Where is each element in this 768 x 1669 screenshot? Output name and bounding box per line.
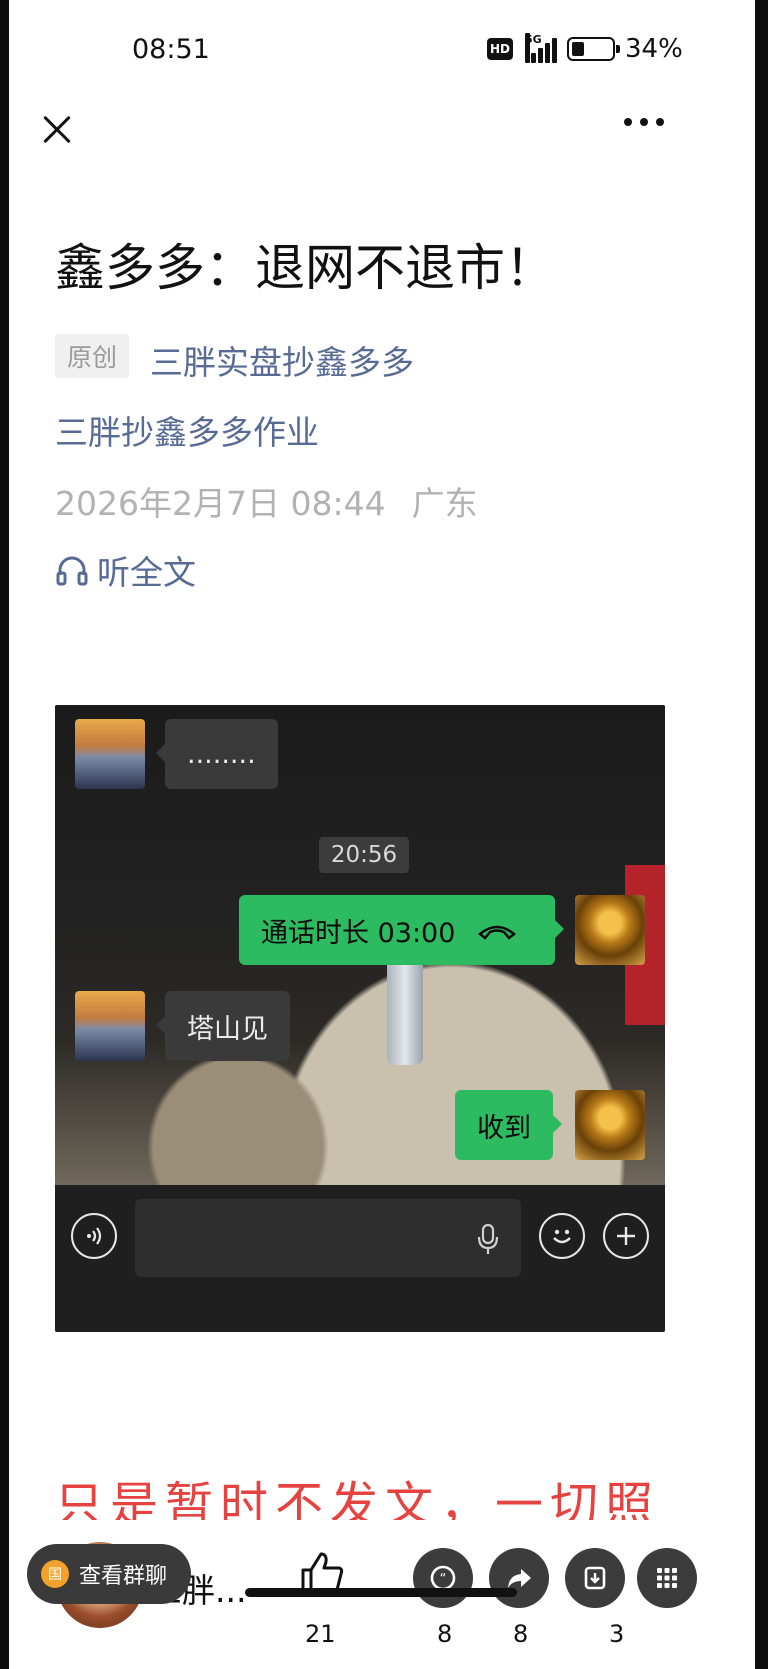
- signal-icon: 5G: [523, 33, 557, 63]
- more-icon[interactable]: [624, 118, 664, 126]
- emoji-icon: [539, 1213, 585, 1259]
- call-label: 通话时长 03:00: [261, 917, 456, 949]
- mic-icon: [477, 1223, 499, 1254]
- listen-button[interactable]: 听全文: [55, 546, 196, 594]
- voice-icon: [71, 1213, 117, 1259]
- article-meta: 2026年2月7日 08:44 广东: [55, 477, 478, 525]
- original-badge: 原创: [55, 334, 129, 378]
- publish-location: 广东: [411, 484, 478, 523]
- chat-timestamp: 20:56: [319, 837, 409, 873]
- contact-avatar: [75, 991, 145, 1061]
- close-icon[interactable]: [37, 110, 77, 150]
- chat-text-field: [135, 1199, 521, 1277]
- phone-icon: [478, 925, 517, 940]
- headphones-icon: [56, 556, 88, 586]
- share-icon[interactable]: [489, 1548, 549, 1608]
- view-group-chat-button[interactable]: 国 查看群聊: [27, 1544, 191, 1604]
- publish-date: 2026年2月7日 08:44: [55, 484, 386, 523]
- home-indicator[interactable]: [245, 1588, 517, 1597]
- grid-icon[interactable]: [637, 1548, 697, 1608]
- comment-count: 8: [437, 1620, 453, 1648]
- status-icons: HD 5G 34%: [487, 33, 683, 64]
- contact-avatar: [75, 719, 145, 789]
- message-bubble: 塔山见: [156, 991, 290, 1061]
- chat-screenshot-image[interactable]: ........ 20:56 通话时长 03:00 塔山见 收到: [55, 705, 665, 1332]
- status-time: 08:51: [132, 34, 210, 65]
- article-page: 08:51 HD 5G 34% 鑫多多：退网不退市！ 原创 三胖实盘抄鑫多多 三…: [9, 0, 755, 1669]
- favorite-count: 3: [609, 1620, 625, 1648]
- plus-icon: [603, 1213, 649, 1259]
- like-count: 21: [305, 1620, 336, 1648]
- chat-input-bar: [55, 1185, 665, 1332]
- message-bubble: 收到: [455, 1090, 562, 1160]
- hd-icon: HD: [487, 38, 513, 60]
- svg-text:“: “: [440, 1572, 447, 1587]
- battery-icon: [567, 37, 620, 61]
- listen-label: 听全文: [97, 553, 196, 592]
- message-bubble: ........: [156, 719, 278, 789]
- favorite-icon[interactable]: [565, 1548, 625, 1608]
- call-duration-bubble: 通话时长 03:00: [239, 895, 564, 965]
- article-title: 鑫多多：退网不退市！: [55, 239, 555, 297]
- comment-icon[interactable]: “: [413, 1548, 473, 1608]
- group-chat-label: 查看群聊: [79, 1564, 168, 1589]
- self-avatar: [575, 1090, 645, 1160]
- series-link[interactable]: 三胖抄鑫多多作业: [55, 406, 319, 454]
- group-flag-icon: 国: [41, 1560, 69, 1588]
- author-link[interactable]: 三胖实盘抄鑫多多: [150, 336, 414, 384]
- battery-percent: 34%: [625, 34, 683, 64]
- share-count: 8: [513, 1620, 529, 1648]
- self-avatar: [575, 895, 645, 965]
